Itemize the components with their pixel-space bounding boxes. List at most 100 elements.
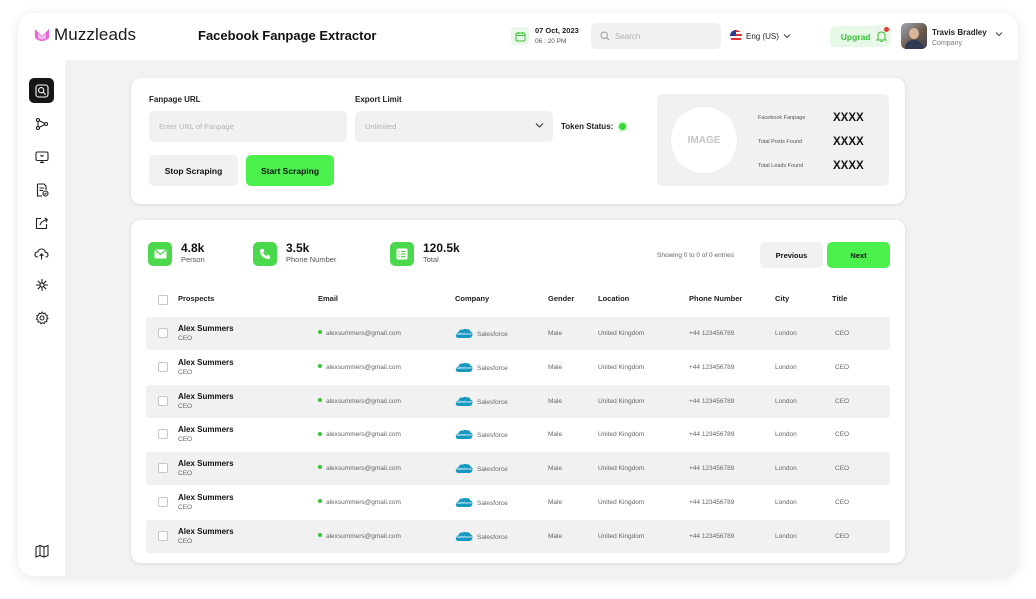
email-text: alexsummers@gmail.com bbox=[326, 363, 401, 371]
notification-button[interactable] bbox=[871, 25, 891, 47]
list-icon bbox=[390, 242, 414, 266]
column-header[interactable]: Gender bbox=[548, 294, 574, 303]
info-key: Total Posts Found bbox=[758, 139, 803, 145]
start-scraping-button[interactable]: Start Scraping bbox=[246, 155, 334, 186]
email-text: alexsummers@gmail.com bbox=[326, 499, 401, 506]
date-display: 07 Oct, 2023 06 : 20 PM bbox=[511, 25, 579, 47]
sidebar-item-monitor[interactable] bbox=[29, 144, 54, 169]
svg-text:salesforce: salesforce bbox=[456, 434, 472, 438]
search-input[interactable] bbox=[615, 31, 711, 41]
select-all-checkbox[interactable] bbox=[158, 295, 168, 305]
sidebar-item-search[interactable] bbox=[29, 78, 54, 103]
search-icon bbox=[34, 83, 49, 98]
prospect-cell: Alex Summers CEO bbox=[178, 425, 234, 445]
us-flag-icon bbox=[730, 30, 742, 42]
table-row[interactable]: Alex Summers CEO alexsummers@gmail.com sale… bbox=[146, 486, 890, 519]
column-header[interactable]: Phone Number bbox=[689, 294, 742, 303]
location-cell: United Kingdom bbox=[598, 532, 645, 540]
entries-info: Showing 0 to 0 of 0 entries bbox=[657, 252, 734, 259]
chevron-down-icon[interactable] bbox=[995, 31, 1003, 37]
prospect-role: CEO bbox=[178, 504, 193, 511]
column-header[interactable]: Location bbox=[598, 294, 629, 303]
column-header[interactable]: Prospects bbox=[178, 294, 214, 303]
title-cell: CEO bbox=[835, 431, 850, 439]
sidebar-item-hub[interactable] bbox=[29, 272, 54, 297]
page-title: Facebook Fanpage Extractor bbox=[198, 28, 377, 43]
salesforce-logo-icon: salesforce bbox=[455, 464, 473, 474]
stat-phone: 3.5k Phone Number bbox=[253, 242, 336, 266]
email-status-dot bbox=[318, 364, 322, 369]
email-cell: alexsummers@gmail.com bbox=[318, 533, 401, 540]
stat-person: 4.8k Person bbox=[148, 242, 205, 266]
user-menu[interactable]: Travis Bradley Company bbox=[932, 27, 987, 49]
sidebar-item-cloud[interactable] bbox=[29, 241, 54, 266]
leads-table-card: 4.8k Person 3.5k Phone Number 120.5k Tot… bbox=[131, 220, 905, 563]
token-status: Token Status: bbox=[561, 122, 627, 131]
email-text: alexsummers@gmail.com bbox=[326, 330, 401, 337]
sidebar-item-documents[interactable] bbox=[29, 177, 54, 202]
gender-cell: Male bbox=[548, 330, 563, 337]
table-row[interactable]: Alex Summers CEO alexsummers@gmail.com sale… bbox=[146, 519, 890, 553]
phone-cell: +44 123456789 bbox=[689, 499, 735, 506]
table-row[interactable]: Alex Summers CEO alexsummers@gmail.com sale… bbox=[146, 351, 890, 384]
prospect-role: CEO bbox=[178, 335, 193, 342]
row-checkbox[interactable] bbox=[158, 530, 168, 541]
email-status-dot bbox=[318, 330, 322, 335]
title-cell: CEO bbox=[835, 532, 850, 540]
email-status-dot bbox=[318, 397, 322, 402]
stop-scraping-button[interactable]: Stop Scraping bbox=[149, 155, 238, 186]
search-box[interactable] bbox=[591, 23, 721, 49]
logo[interactable]: Muzzleads bbox=[34, 25, 136, 45]
column-header[interactable]: Email bbox=[318, 294, 338, 303]
map-icon bbox=[34, 544, 49, 558]
fanpage-info-panel: IMAGE Facebook Fanpage XXXX Total Posts … bbox=[657, 94, 889, 186]
next-button[interactable]: Next bbox=[827, 242, 890, 268]
language-label: Eng (US) bbox=[746, 31, 779, 41]
previous-button[interactable]: Previous bbox=[760, 242, 823, 268]
export-limit-select[interactable]: Unlimited bbox=[355, 111, 553, 142]
prospect-name: Alex Summers bbox=[178, 324, 234, 333]
document-check-icon bbox=[36, 182, 49, 197]
svg-text:salesforce: salesforce bbox=[456, 501, 472, 505]
sidebar-item-map[interactable] bbox=[29, 538, 54, 563]
fanpage-image-placeholder: IMAGE bbox=[671, 107, 737, 173]
city-cell: London bbox=[775, 431, 797, 439]
mail-icon bbox=[148, 242, 172, 266]
row-checkbox[interactable] bbox=[158, 328, 168, 338]
prospect-cell: Alex Summers CEO bbox=[178, 324, 234, 344]
row-checkbox[interactable] bbox=[158, 395, 168, 406]
fanpage-url-input[interactable] bbox=[159, 122, 347, 131]
logo-text: Muzzleads bbox=[54, 25, 137, 44]
company-name: Salesforce bbox=[477, 398, 508, 406]
email-status-dot bbox=[318, 499, 322, 504]
stat-label: Phone Number bbox=[286, 255, 337, 264]
table-row[interactable]: Alex Summers CEO alexsummers@gmail.com sale… bbox=[146, 317, 890, 350]
email-cell: alexsummers@gmail.com bbox=[318, 330, 401, 337]
column-header[interactable]: Title bbox=[832, 294, 847, 303]
language-selector[interactable]: Eng (US) bbox=[730, 30, 791, 42]
fanpage-url-label: Fanpage URL bbox=[149, 95, 201, 104]
table-row[interactable]: Alex Summers CEO alexsummers@gmail.com sale… bbox=[146, 452, 890, 486]
prospect-name: Alex Summers bbox=[178, 357, 234, 367]
row-checkbox[interactable] bbox=[158, 429, 168, 440]
email-cell: alexsummers@gmail.com bbox=[318, 431, 401, 438]
table-row[interactable]: Alex Summers CEO alexsummers@gmail.com sale… bbox=[146, 418, 890, 451]
info-value: XXXX bbox=[833, 160, 864, 172]
column-header[interactable]: Company bbox=[455, 294, 489, 303]
sidebar-item-export[interactable] bbox=[29, 210, 54, 235]
table-row[interactable]: Alex Summers CEO alexsummers@gmail.com sale… bbox=[146, 384, 890, 418]
stat-value: 120.5k bbox=[423, 241, 460, 255]
sidebar-item-settings[interactable] bbox=[29, 305, 54, 330]
company-name: Salesforce bbox=[477, 534, 508, 542]
sidebar-item-network[interactable] bbox=[29, 111, 54, 136]
fanpage-url-field[interactable] bbox=[149, 111, 347, 142]
row-checkbox[interactable] bbox=[158, 497, 168, 507]
row-checkbox[interactable] bbox=[158, 463, 168, 474]
row-checkbox[interactable] bbox=[158, 361, 168, 372]
stat-value: 4.8k bbox=[181, 241, 205, 255]
title-cell: CEO bbox=[835, 499, 850, 506]
cloud-upload-icon bbox=[34, 248, 49, 260]
avatar[interactable] bbox=[901, 23, 927, 49]
column-header[interactable]: City bbox=[775, 294, 789, 303]
location-cell: United Kingdom bbox=[598, 363, 645, 371]
